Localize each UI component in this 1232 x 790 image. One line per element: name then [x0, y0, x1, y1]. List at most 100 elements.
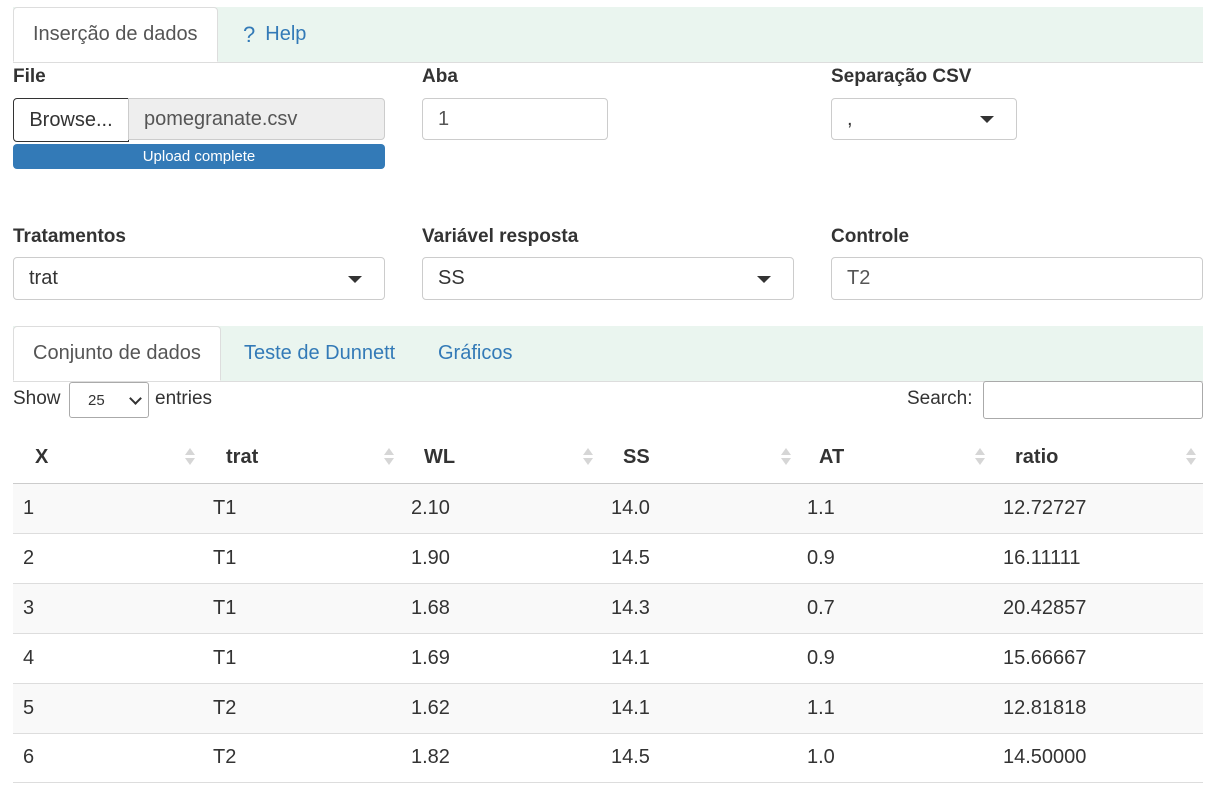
show-label: Show — [13, 388, 61, 409]
cell-ss: 14.5 — [611, 547, 650, 569]
tratamentos-value: trat — [29, 267, 58, 289]
table-row: 3 T1 1.68 14.3 0.7 20.42857 — [13, 584, 1203, 634]
table-row: 4 T1 1.69 14.1 0.9 15.66667 — [13, 634, 1203, 684]
column-header-x[interactable]: X — [35, 432, 48, 483]
upload-progress-text: Upload complete — [142, 148, 256, 165]
column-header-ratio[interactable]: ratio — [1015, 432, 1058, 483]
caret-down-icon — [980, 116, 994, 123]
tab-graficos[interactable]: Gráficos — [438, 326, 512, 381]
cell-ss: 14.0 — [611, 497, 650, 519]
tab-teste-de-dunnett[interactable]: Teste de Dunnett — [244, 326, 395, 381]
cell-at: 1.1 — [807, 497, 835, 519]
tab-label: Gráficos — [438, 342, 513, 364]
results-tabbar: Conjunto de dados Teste de Dunnett Gráfi… — [13, 326, 1203, 382]
tratamentos-select[interactable]: trat — [13, 257, 385, 300]
variavel-value: SS — [438, 267, 465, 289]
cell-ss: 14.3 — [611, 597, 650, 619]
main-tabbar: Inserção de dados ? Help — [13, 7, 1203, 63]
aba-value: 1 — [438, 107, 450, 130]
cell-at: 1.1 — [807, 697, 835, 719]
variavel-resposta-label: Variável resposta — [422, 226, 579, 247]
entries-value: 25 — [88, 391, 105, 409]
separacao-csv-select[interactable]: , — [831, 98, 1017, 140]
tab-label: Inserção de dados — [33, 23, 198, 45]
table-row: 5 T2 1.62 14.1 1.1 12.81818 — [13, 684, 1203, 734]
cell-x: 6 — [23, 746, 35, 768]
cell-trat: T1 — [213, 647, 237, 669]
file-label: File — [13, 66, 46, 87]
cell-wl: 1.62 — [411, 697, 450, 719]
sort-icon — [185, 448, 195, 468]
cell-x: 5 — [23, 697, 35, 719]
sort-icon — [583, 448, 593, 468]
separacao-value: , — [847, 107, 853, 130]
aba-input[interactable]: 1 — [422, 98, 608, 140]
table-header: X trat WL SS AT ratio — [13, 432, 1203, 485]
column-header-wl[interactable]: WL — [424, 432, 455, 483]
sort-icon — [1186, 448, 1196, 468]
cell-wl: 2.10 — [411, 497, 450, 519]
table-row: 1 T1 2.10 14.0 1.1 12.72727 — [13, 484, 1203, 534]
cell-wl: 1.90 — [411, 547, 450, 569]
cell-trat: T2 — [213, 697, 237, 719]
tab-insercao-de-dados[interactable]: Inserção de dados — [13, 7, 218, 62]
cell-ss: 14.1 — [611, 647, 650, 669]
separacao-csv-label: Separação CSV — [831, 66, 972, 87]
sort-icon — [975, 448, 985, 468]
upload-progress-fill: Upload complete — [13, 144, 385, 169]
cell-wl: 1.82 — [411, 746, 450, 768]
caret-down-icon — [348, 275, 362, 283]
search-input[interactable] — [983, 381, 1203, 419]
cell-ratio: 15.66667 — [1003, 647, 1087, 669]
cell-ratio: 12.81818 — [1003, 697, 1087, 719]
sort-icon — [781, 448, 791, 468]
cell-ratio: 12.72727 — [1003, 497, 1087, 519]
search-label: Search: — [907, 388, 973, 409]
cell-trat: T1 — [213, 497, 237, 519]
cell-ss: 14.5 — [611, 746, 650, 768]
cell-at: 0.7 — [807, 597, 835, 619]
cell-at: 0.9 — [807, 547, 835, 569]
column-header-trat[interactable]: trat — [226, 432, 258, 483]
cell-ratio: 20.42857 — [1003, 597, 1087, 619]
entries-length-select[interactable]: 25 — [69, 382, 149, 418]
tab-help[interactable]: ? Help — [243, 7, 306, 62]
tab-label: Help — [265, 23, 307, 45]
table-row: 6 T2 1.82 14.5 1.0 14.50000 — [13, 733, 1203, 783]
tab-conjunto-de-dados[interactable]: Conjunto de dados — [13, 326, 221, 381]
cell-x: 3 — [23, 597, 35, 619]
cell-x: 2 — [23, 547, 35, 569]
cell-wl: 1.68 — [411, 597, 450, 619]
upload-progress-bar: Upload complete — [13, 144, 385, 169]
browse-button[interactable]: Browse... — [13, 98, 129, 142]
controle-input[interactable]: T2 — [831, 257, 1203, 300]
cell-trat: T1 — [213, 597, 237, 619]
tratamentos-label: Tratamentos — [13, 226, 126, 247]
entries-label: entries — [155, 388, 213, 409]
cell-at: 0.9 — [807, 647, 835, 669]
cell-x: 1 — [23, 497, 35, 519]
controle-value: T2 — [847, 267, 871, 289]
cell-trat: T1 — [213, 547, 237, 569]
column-header-at[interactable]: AT — [819, 432, 844, 483]
tab-label: Conjunto de dados — [33, 342, 201, 364]
cell-x: 4 — [23, 647, 35, 669]
aba-label: Aba — [422, 66, 458, 87]
cell-wl: 1.69 — [411, 647, 450, 669]
question-mark-icon: ? — [243, 21, 256, 47]
filename-text: pomegranate.csv — [144, 107, 298, 130]
sort-icon — [384, 448, 394, 468]
cell-at: 1.0 — [807, 746, 835, 768]
caret-down-icon — [757, 275, 771, 283]
filename-field: pomegranate.csv — [128, 98, 385, 140]
cell-trat: T2 — [213, 746, 237, 768]
variavel-resposta-select[interactable]: SS — [422, 257, 794, 300]
cell-ratio: 16.11111 — [1003, 547, 1081, 569]
cell-ratio: 14.50000 — [1003, 746, 1087, 768]
column-header-ss[interactable]: SS — [623, 432, 650, 483]
controle-label: Controle — [831, 226, 910, 247]
table-row: 2 T1 1.90 14.5 0.9 16.11111 — [13, 534, 1203, 584]
cell-ss: 14.1 — [611, 697, 650, 719]
tab-label: Teste de Dunnett — [244, 342, 396, 364]
chevron-down-icon — [129, 392, 142, 405]
